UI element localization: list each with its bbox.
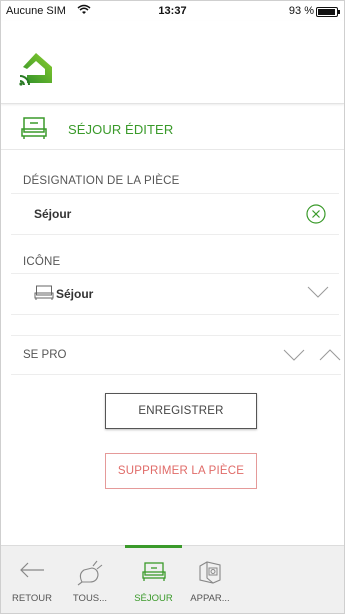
tab-back-label: RETOUR bbox=[12, 593, 52, 604]
room-name-field[interactable]: Séjour bbox=[11, 193, 339, 235]
status-bar: Aucune SIM 13:37 93 % bbox=[1, 1, 344, 21]
sofa-icon bbox=[21, 117, 47, 139]
home-wifi-logo-icon bbox=[19, 53, 52, 86]
delete-room-button[interactable]: SUPPRIMER LA PIÈCE bbox=[105, 453, 257, 489]
tab-back[interactable]: RETOUR bbox=[1, 546, 63, 613]
tab-appliances-label: APPAR... bbox=[190, 593, 230, 604]
section-toggle-row: SE PRO bbox=[11, 335, 341, 375]
icon-select-value: Séjour bbox=[56, 287, 94, 301]
tab-appliances[interactable]: APPAR... bbox=[185, 546, 235, 613]
bottom-tab-bar: RETOUR TOUS... SÉJOUR APPAR... bbox=[1, 545, 344, 613]
room-name-label: DÉSIGNATION DE LA PIÈCE bbox=[23, 175, 180, 187]
arrow-left-icon bbox=[20, 562, 44, 578]
battery-percent: 93 % bbox=[288, 5, 314, 17]
chevron-down-icon[interactable] bbox=[307, 285, 329, 299]
app-header bbox=[1, 21, 344, 104]
sofa-icon bbox=[34, 285, 54, 300]
icon-label: ICÔNE bbox=[23, 256, 61, 268]
tab-living-room-label: SÉJOUR bbox=[134, 593, 173, 604]
chevron-up-icon[interactable] bbox=[319, 348, 341, 362]
page-title: SÉJOUR ÉDITER bbox=[68, 122, 174, 137]
phone-screen: Aucune SIM 13:37 93 % SÉJOUR ÉDITER DÉSI… bbox=[0, 0, 345, 614]
appliance-icon bbox=[199, 561, 221, 584]
sofa-icon bbox=[141, 562, 166, 581]
page-title-row: SÉJOUR ÉDITER bbox=[1, 109, 344, 150]
section-label: SE PRO bbox=[23, 349, 67, 361]
tab-all[interactable]: TOUS... bbox=[59, 546, 121, 613]
icon-select[interactable]: Séjour bbox=[11, 273, 339, 315]
room-name-value[interactable]: Séjour bbox=[34, 207, 71, 221]
tab-living-room[interactable]: SÉJOUR bbox=[125, 545, 182, 613]
plug-icon bbox=[77, 560, 103, 586]
tab-all-label: TOUS... bbox=[72, 593, 108, 604]
clear-icon[interactable] bbox=[305, 203, 327, 225]
battery-icon bbox=[316, 7, 340, 17]
save-button[interactable]: ENREGISTRER bbox=[105, 393, 257, 429]
chevron-down-icon[interactable] bbox=[283, 348, 305, 362]
